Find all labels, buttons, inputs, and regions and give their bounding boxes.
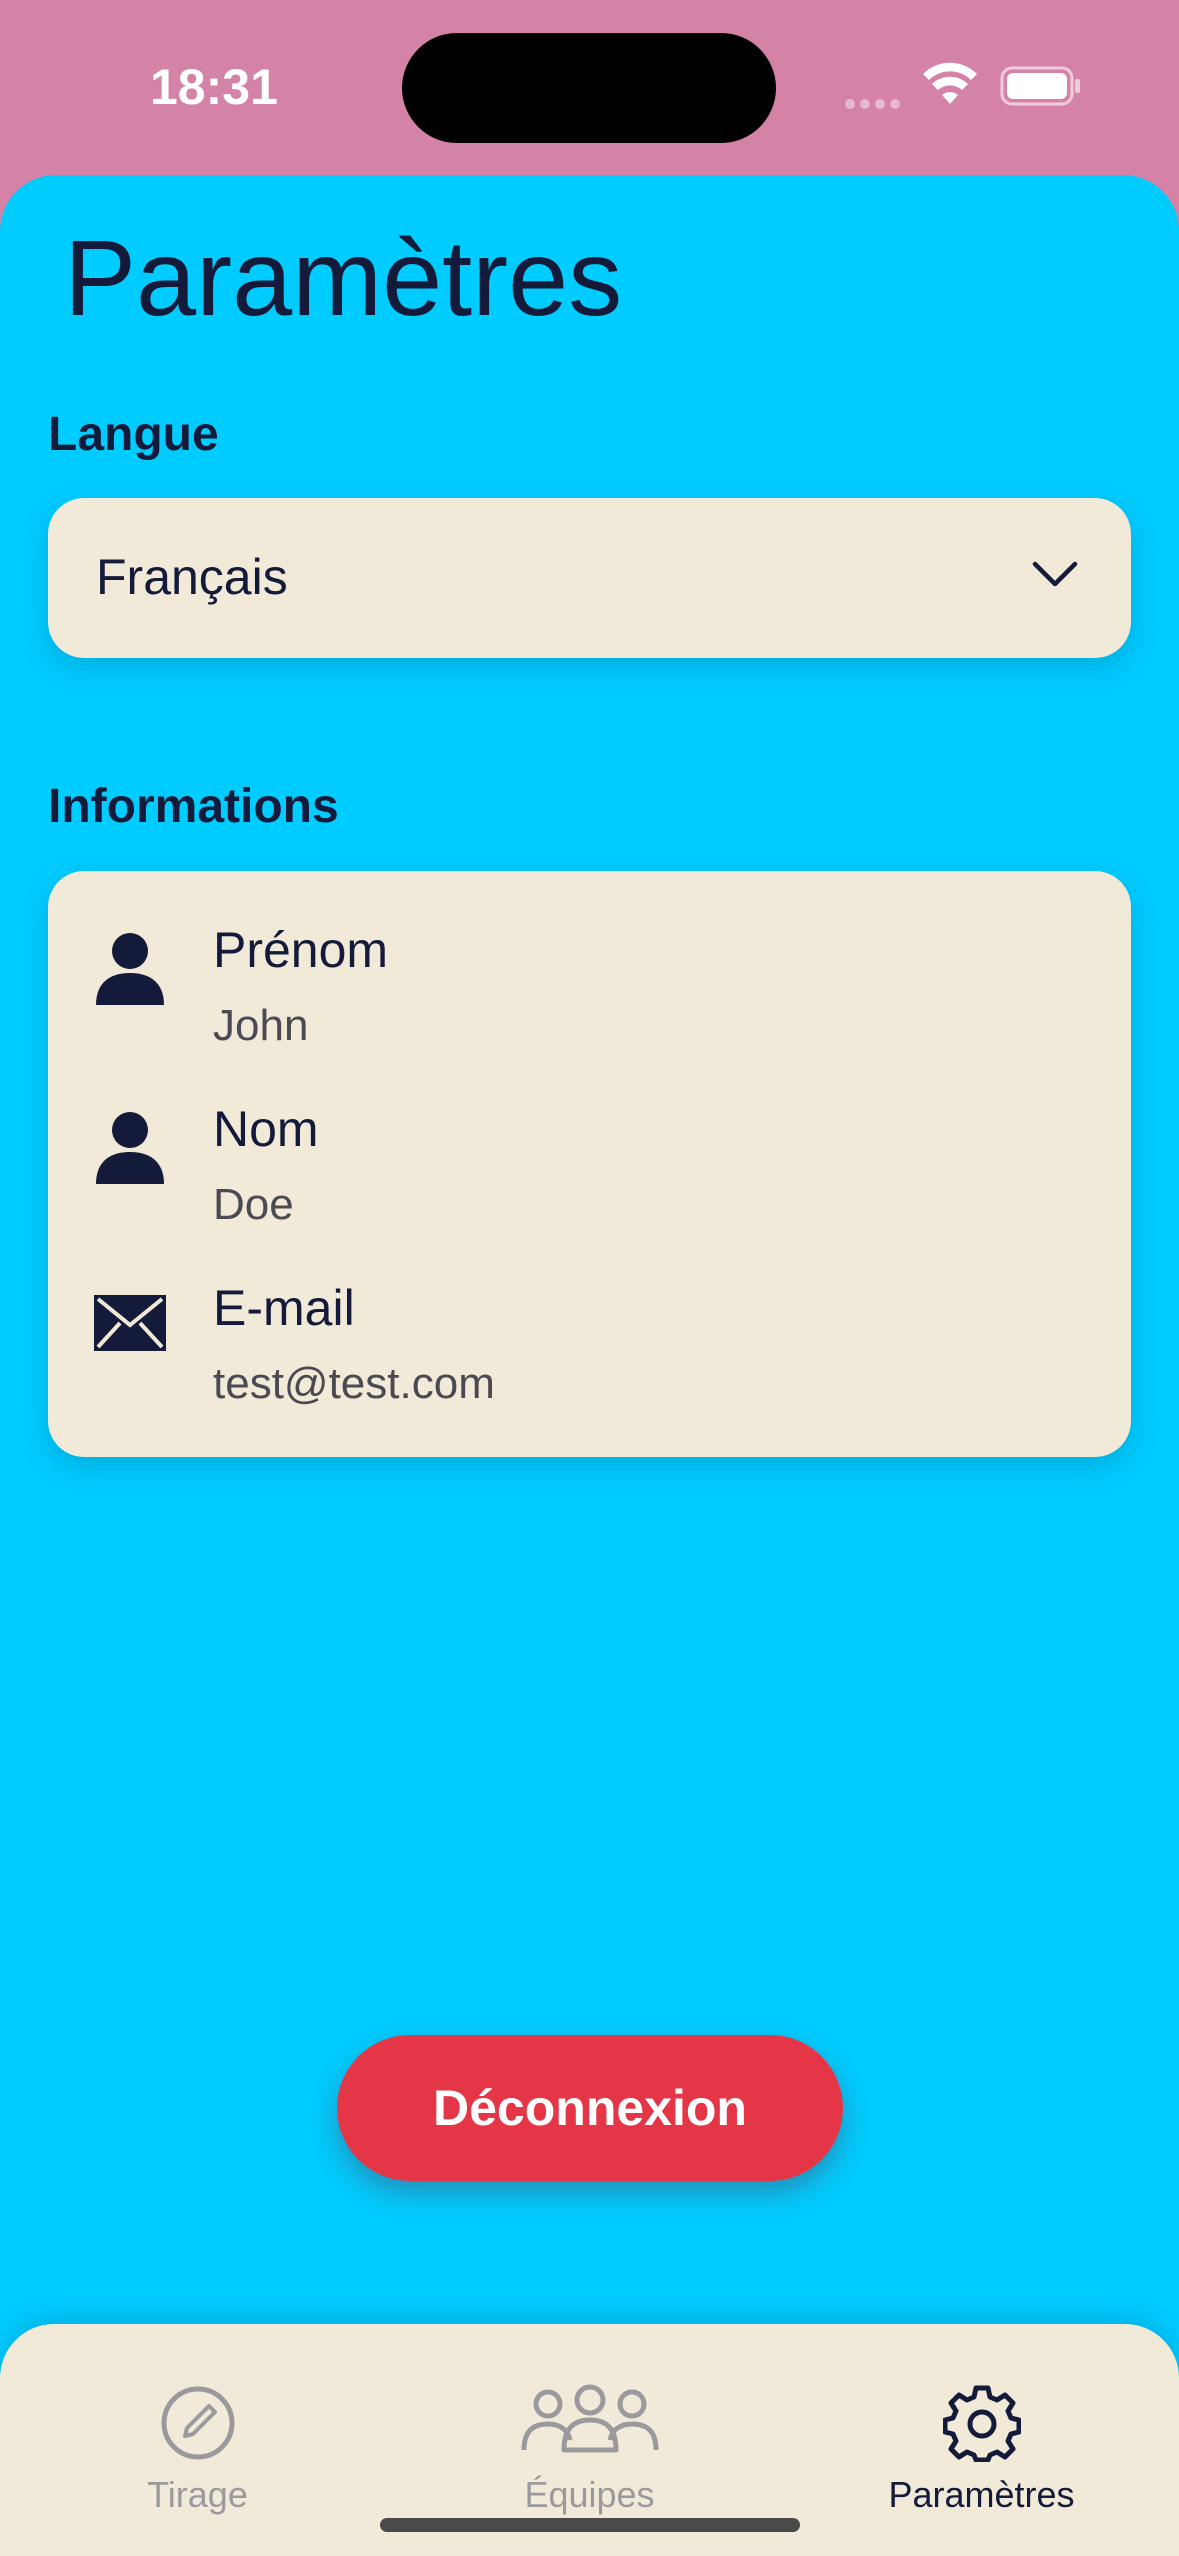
info-row-lastname: Nom Doe [48,1090,1131,1260]
tab-tirage[interactable]: Tirage [60,2324,335,2556]
pencil-circle-icon [161,2386,234,2460]
chevron-down-icon [1032,561,1078,587]
dynamic-island [402,33,776,143]
info-value: Doe [213,1180,294,1229]
status-bar: 18:31 [0,0,1179,180]
info-label: Prénom [213,922,389,978]
language-section-label: Langue [48,408,219,461]
informations-section-label: Informations [48,780,339,833]
battery-icon [1000,66,1080,106]
language-selected-value: Français [96,549,288,605]
info-label: E-mail [213,1280,355,1336]
tab-parametres[interactable]: Paramètres [844,2324,1119,2556]
group-icon [521,2384,658,2453]
informations-card: Prénom John Nom Doe E-mail test@test.com [48,871,1131,1457]
envelope-icon [94,1295,166,1351]
settings-screen: Paramètres Langue Français Informations … [0,175,1179,2556]
logout-button[interactable]: Déconnexion [337,2035,843,2181]
tab-label: Équipes [524,2474,655,2515]
info-label: Nom [213,1101,319,1157]
info-row-email: E-mail test@test.com [48,1269,1131,1439]
tab-label: Paramètres [888,2474,1075,2515]
info-value: John [213,1001,309,1050]
gear-icon [942,2385,1021,2462]
wifi-icon [923,62,977,104]
tab-label: Tirage [147,2474,248,2515]
info-row-firstname: Prénom John [48,911,1131,1081]
status-time: 18:31 [150,59,278,115]
person-icon [96,933,164,1005]
home-indicator[interactable] [380,2518,800,2532]
language-select[interactable]: Français [48,498,1131,658]
person-icon [96,1112,164,1184]
page-title: Paramètres [64,217,623,338]
info-value: test@test.com [213,1359,495,1408]
signal-icon [845,96,905,114]
